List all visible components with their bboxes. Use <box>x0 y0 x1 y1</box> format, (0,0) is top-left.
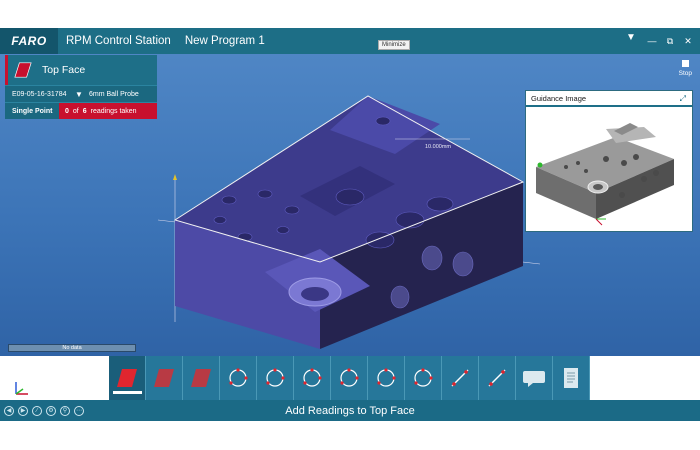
tool-circle[interactable] <box>331 356 368 400</box>
tool-comment[interactable] <box>516 356 553 400</box>
pocket-center <box>301 287 329 301</box>
line-icon <box>488 369 506 387</box>
3d-viewport[interactable]: 10.000mm Stop Top Face E09-05-16-31784 ▼… <box>0 54 700 356</box>
feature-name: Top Face <box>42 64 86 76</box>
dimension-label: 10.000mm <box>425 144 451 150</box>
plane-icon <box>191 369 211 387</box>
plane-icon <box>154 369 174 387</box>
stop-label: Stop <box>678 70 692 77</box>
faro-logo: FARO <box>0 28 58 54</box>
feature-toolbar <box>109 356 591 400</box>
tool-plane[interactable] <box>146 356 183 400</box>
tool-circle[interactable] <box>294 356 331 400</box>
status-bar: ◀ ▶ ∕ ⚙ ⚲ ⋯ Add Readings to Top Face <box>0 400 700 421</box>
tool-line[interactable] <box>442 356 479 400</box>
feature-panel: Top Face E09-05-16-31784 ▼ 6mm Ball Prob… <box>5 55 157 119</box>
program-title: New Program 1 <box>184 35 265 47</box>
circle-points-icon <box>414 368 433 387</box>
readings-of: of <box>72 107 79 115</box>
mode-row: Single Point 0 of 6 readings taken <box>5 102 157 119</box>
plane-icon <box>117 369 137 387</box>
tool-circle[interactable] <box>257 356 294 400</box>
circle-points-icon <box>303 368 322 387</box>
guidance-image <box>526 107 692 231</box>
app-title: RPM Control Station <box>66 35 171 47</box>
restore-icon[interactable]: ⧉ <box>664 36 676 47</box>
guidance-header: Guidance Image ⤢ <box>526 91 692 107</box>
tool-circle[interactable] <box>368 356 405 400</box>
readings-taken: 0 <box>65 107 69 115</box>
measure-mode[interactable]: Single Point <box>5 103 59 119</box>
axis-triad-icon <box>15 382 28 395</box>
device-row: E09-05-16-31784 ▼ 6mm Ball Probe <box>5 85 157 102</box>
feature-header[interactable]: Top Face <box>5 55 157 85</box>
plane-icon <box>14 62 32 78</box>
title-bar: FARO RPM Control Station New Program 1 <box>0 28 700 54</box>
report-icon <box>564 368 578 388</box>
guidance-panel: Guidance Image ⤢ <box>525 90 693 232</box>
chevron-down-icon[interactable]: ▼ <box>626 32 636 43</box>
status-text: Add Readings to Top Face <box>285 405 415 417</box>
readings-status: 0 of 6 readings taken <box>59 103 157 119</box>
tool-report[interactable] <box>553 356 590 400</box>
stop-icon <box>681 60 689 67</box>
axis-arrow <box>173 174 177 180</box>
device-serial: E09-05-16-31784 <box>12 90 67 98</box>
tool-plane[interactable] <box>183 356 220 400</box>
no-data-bar: No data <box>8 344 136 352</box>
expand-icon[interactable]: ⤢ <box>680 94 686 104</box>
circle-points-icon <box>377 368 396 387</box>
readings-suffix: readings taken <box>90 107 137 115</box>
circle-points-icon <box>229 368 248 387</box>
tool-circle[interactable] <box>220 356 257 400</box>
probe-name: 6mm Ball Probe <box>89 90 139 98</box>
close-icon[interactable]: ✕ <box>682 36 694 47</box>
window-controls: — ⧉ ✕ <box>646 28 694 54</box>
probe-icon: ▼ <box>75 89 83 99</box>
minimize-tooltip: Minimize <box>378 40 410 50</box>
tool-line[interactable] <box>479 356 516 400</box>
circle-points-icon <box>340 368 359 387</box>
minimize-icon[interactable]: — <box>646 36 658 46</box>
tool-plane-top-face[interactable] <box>109 356 146 400</box>
circle-points-icon <box>266 368 285 387</box>
line-icon <box>451 369 469 387</box>
stop-button[interactable]: Stop <box>679 60 692 77</box>
readings-total: 6 <box>82 107 87 115</box>
tool-circle[interactable] <box>405 356 442 400</box>
comment-icon <box>523 371 545 387</box>
guidance-title: Guidance Image <box>531 93 587 103</box>
